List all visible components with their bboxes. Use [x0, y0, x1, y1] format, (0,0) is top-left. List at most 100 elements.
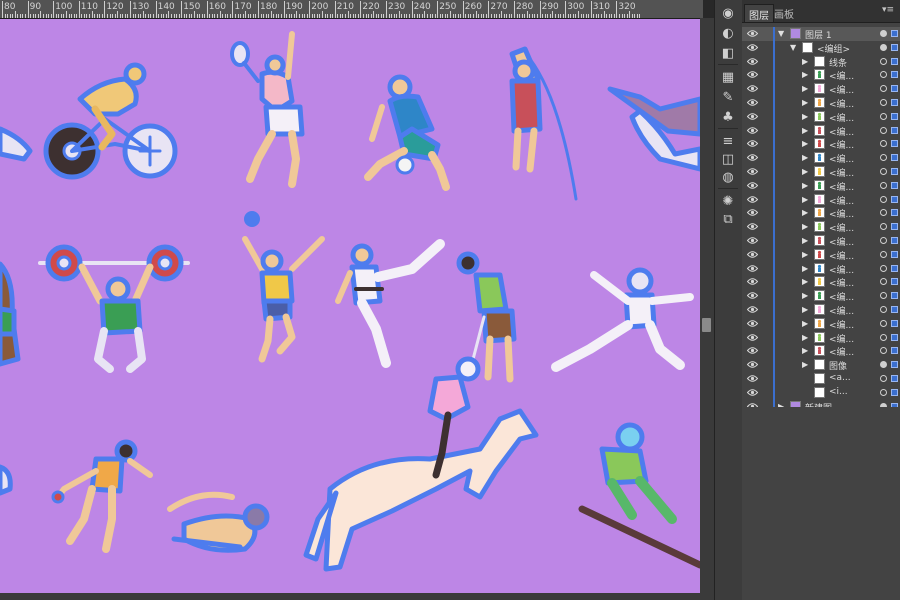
eye-icon[interactable]	[746, 167, 759, 176]
target-circle-icon[interactable]	[880, 195, 887, 203]
artboard[interactable]	[0, 19, 700, 593]
lock-toggle[interactable]	[760, 247, 774, 262]
layer-name[interactable]: <编...	[829, 276, 854, 289]
target-circle-icon[interactable]	[880, 112, 887, 120]
layer-row[interactable]: ▶ 线条	[742, 54, 900, 69]
layer-name[interactable]: <编...	[829, 345, 854, 358]
target-circle-icon[interactable]	[880, 223, 887, 231]
expand-arrow-icon[interactable]: ▶	[802, 222, 808, 231]
selection-square-icon[interactable]	[891, 306, 898, 313]
target-circle-icon[interactable]	[880, 71, 887, 79]
lock-toggle[interactable]	[760, 289, 774, 304]
lock-toggle[interactable]	[760, 165, 774, 179]
selection-square-icon[interactable]	[891, 43, 898, 51]
eye-icon[interactable]	[746, 153, 759, 162]
collapse-arrow-icon[interactable]: ▼	[790, 43, 796, 52]
target-circle-icon[interactable]	[880, 168, 887, 175]
lock-toggle[interactable]	[760, 275, 774, 290]
target-circle-icon[interactable]	[880, 250, 887, 258]
swatches-icon[interactable]: ▦	[719, 68, 737, 86]
selection-square-icon[interactable]	[891, 30, 898, 37]
expand-arrow-icon[interactable]: ▶	[802, 360, 808, 369]
selection-square-icon[interactable]	[891, 250, 898, 258]
target-circle-icon[interactable]	[880, 319, 887, 327]
pathfinder-icon[interactable]: ◧	[719, 44, 737, 62]
eye-icon[interactable]	[746, 264, 759, 273]
selection-square-icon[interactable]	[891, 237, 898, 244]
layer-name[interactable]: <编...	[829, 194, 854, 207]
lock-toggle[interactable]	[760, 82, 774, 97]
target-circle-icon[interactable]	[880, 388, 887, 396]
canvas-area[interactable]: 80 90 100 110 120 130 140 150 160 170 180 190 200 210…	[0, 0, 703, 600]
target-circle-icon[interactable]	[880, 57, 887, 65]
eye-icon[interactable]	[746, 250, 759, 259]
eye-icon[interactable]	[746, 112, 759, 121]
target-circle-icon[interactable]	[880, 306, 887, 313]
target-circle-icon[interactable]	[880, 264, 887, 272]
eye-icon[interactable]	[746, 57, 759, 66]
eye-icon[interactable]	[746, 208, 759, 217]
lock-toggle[interactable]	[760, 220, 774, 235]
selection-square-icon[interactable]	[891, 347, 898, 355]
selection-square-icon[interactable]	[891, 375, 898, 382]
selection-square-icon[interactable]	[891, 333, 898, 341]
layer-name[interactable]: <编...	[829, 332, 854, 345]
eye-icon[interactable]	[746, 222, 759, 231]
lock-toggle[interactable]	[760, 27, 774, 41]
layer-name[interactable]: <编...	[829, 111, 854, 124]
align-icon[interactable]: ≡	[719, 132, 737, 150]
selection-square-icon[interactable]	[891, 292, 898, 300]
layer-name[interactable]: 图像	[829, 359, 847, 372]
target-circle-icon[interactable]	[880, 30, 887, 37]
layer-name[interactable]: <编组>	[817, 42, 850, 55]
lock-toggle[interactable]	[760, 137, 774, 152]
expand-arrow-icon[interactable]: ▶	[802, 98, 808, 107]
eye-icon[interactable]	[746, 388, 759, 397]
target-circle-icon[interactable]	[880, 43, 887, 51]
layer-row[interactable]: ▶ <编...	[742, 344, 900, 359]
layer-row[interactable]: ▶ 图像	[742, 358, 900, 373]
selection-square-icon[interactable]	[891, 168, 898, 175]
expand-arrow-icon[interactable]: ▶	[802, 250, 808, 259]
expand-arrow-icon[interactable]: ▶	[802, 319, 808, 328]
lock-toggle[interactable]	[760, 330, 774, 345]
layer-row[interactable]: <a...	[742, 372, 900, 386]
target-circle-icon[interactable]	[880, 292, 887, 300]
vertical-scroll-thumb[interactable]	[702, 318, 711, 332]
expand-arrow-icon[interactable]: ▶	[802, 84, 808, 93]
selection-square-icon[interactable]	[891, 223, 898, 231]
graphic-styles-icon[interactable]: ✺	[719, 192, 737, 210]
links-icon[interactable]: ⧉	[719, 210, 737, 228]
layer-row[interactable]: ▶ <编...	[742, 109, 900, 124]
layer-name[interactable]: <编...	[829, 235, 854, 248]
layer-row[interactable]: ▶ <编...	[742, 220, 900, 235]
selection-square-icon[interactable]	[891, 99, 898, 106]
eye-icon[interactable]	[746, 29, 759, 38]
expand-arrow-icon[interactable]: ▶	[802, 167, 808, 176]
selection-square-icon[interactable]	[891, 57, 898, 65]
layer-row[interactable]: ▶ <编...	[742, 275, 900, 290]
lock-toggle[interactable]	[760, 40, 774, 55]
layer-name[interactable]: <编...	[829, 263, 854, 276]
selection-square-icon[interactable]	[891, 278, 898, 286]
target-circle-icon[interactable]	[880, 361, 887, 369]
layer-row[interactable]: ▶ <编...	[742, 316, 900, 331]
expand-arrow-icon[interactable]: ▶	[802, 208, 808, 217]
layer-row[interactable]: ▶ <编...	[742, 289, 900, 304]
eye-icon[interactable]	[746, 291, 759, 300]
layer-row[interactable]: ▶ <编...	[742, 206, 900, 221]
expand-arrow-icon[interactable]: ▶	[802, 264, 808, 273]
lock-toggle[interactable]	[760, 109, 774, 124]
lock-toggle[interactable]	[760, 372, 774, 386]
target-circle-icon[interactable]	[880, 375, 887, 382]
layer-name[interactable]: <编...	[829, 180, 854, 193]
layer-row[interactable]: ▶ <编...	[742, 96, 900, 110]
layer-name[interactable]: 图层 1	[805, 28, 832, 41]
expand-arrow-icon[interactable]: ▶	[802, 277, 808, 286]
symbols-icon[interactable]: ♣	[719, 108, 737, 126]
target-circle-icon[interactable]	[880, 126, 887, 134]
layer-row[interactable]: ▶ <编...	[742, 303, 900, 317]
eye-icon[interactable]	[746, 195, 759, 204]
selection-square-icon[interactable]	[891, 85, 898, 93]
target-circle-icon[interactable]	[880, 181, 887, 189]
